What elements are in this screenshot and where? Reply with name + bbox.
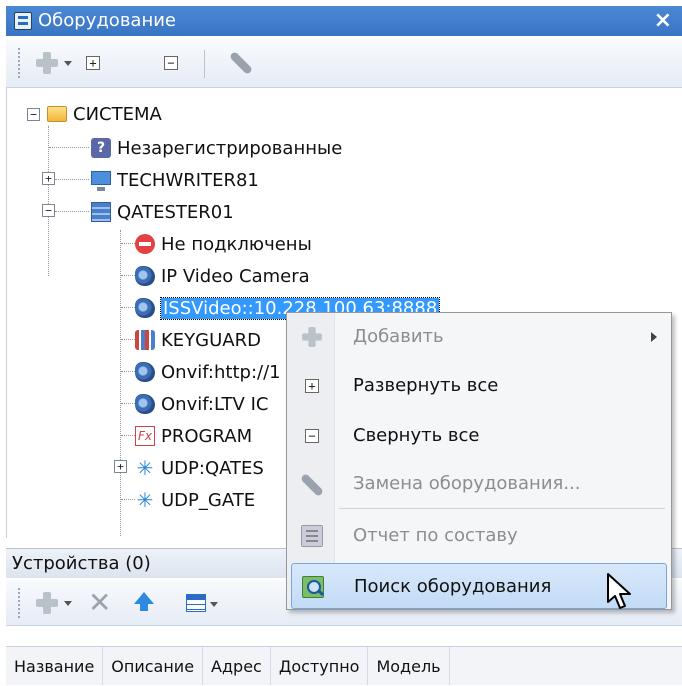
tree-node-not-connected[interactable]: Не подключены xyxy=(135,230,312,258)
column-header-model[interactable]: Модель xyxy=(368,647,450,685)
tree-node-label: СИСТЕМА xyxy=(73,103,162,125)
tree-node-label: KEYGUARD xyxy=(161,329,261,351)
tree-node-root[interactable]: СИСТЕМА xyxy=(47,100,162,128)
tree-connector xyxy=(48,126,49,276)
tree-connector xyxy=(121,371,135,372)
tree-expander-root[interactable]: − xyxy=(27,108,40,121)
menu-item-collapse-all[interactable]: − Свернуть все xyxy=(287,413,671,459)
camera-icon xyxy=(135,266,155,286)
expand-all-icon: + xyxy=(305,379,327,401)
program-icon: Fx xyxy=(135,426,155,446)
tree-node-udp-gate[interactable]: ✳ UDP_GATE xyxy=(135,486,256,514)
toolbar-grip[interactable] xyxy=(18,588,21,618)
wrench-icon xyxy=(228,50,254,76)
tree-connector xyxy=(121,307,135,308)
tree-connector xyxy=(121,403,135,404)
tree-node-udp-qates[interactable]: ✳ UDP:QATES xyxy=(135,454,264,482)
tree-node-label: Незарегистрированные xyxy=(117,137,343,159)
context-menu: Добавить + Развернуть все − Свернуть все… xyxy=(286,312,672,610)
search-hardware-icon xyxy=(302,576,324,598)
plus-icon xyxy=(36,52,58,74)
tree-node-host1[interactable]: TECHWRITER81 xyxy=(91,166,259,194)
table-view-icon[interactable] xyxy=(186,594,206,612)
chevron-down-icon[interactable] xyxy=(210,602,218,607)
camera-icon xyxy=(135,394,155,414)
close-icon[interactable]: × xyxy=(654,6,672,36)
tree-connector xyxy=(121,275,135,276)
menu-item-expand-all[interactable]: + Развернуть все xyxy=(287,363,671,409)
tree-node-label: Не подключены xyxy=(161,233,312,255)
tree-expander-host2[interactable]: − xyxy=(42,204,55,217)
tree-node-label: Onvif:http://1 xyxy=(161,361,281,383)
equipment-window-icon xyxy=(14,12,32,30)
server-icon xyxy=(91,202,111,222)
tree-node-onvif-http[interactable]: Onvif:http://1 xyxy=(135,358,281,386)
window-titlebar: Оборудование × xyxy=(6,6,682,36)
tree-connector xyxy=(55,211,89,212)
devices-column-header: Название Описание Адрес Доступно Модель xyxy=(6,646,682,685)
column-header-available[interactable]: Доступно xyxy=(271,647,369,685)
chevron-down-icon[interactable] xyxy=(64,600,72,606)
tree-connector xyxy=(121,499,135,500)
column-header-description[interactable]: Описание xyxy=(103,647,204,685)
folder-icon xyxy=(47,106,67,122)
arrow-up-icon[interactable] xyxy=(134,592,154,611)
wrench-icon xyxy=(299,472,325,498)
camera-icon xyxy=(135,298,155,318)
tree-node-program[interactable]: Fx PROGRAM xyxy=(135,422,252,450)
no-entry-icon xyxy=(135,234,155,254)
collapse-all-button[interactable]: − xyxy=(164,50,178,76)
tree-node-label: IP Video Camera xyxy=(161,265,310,287)
keyguard-icon xyxy=(135,330,155,350)
tree-node-label: TECHWRITER81 xyxy=(117,169,259,191)
add-device-button[interactable] xyxy=(36,590,72,616)
menu-separator xyxy=(339,508,665,509)
tree-expander-host1[interactable]: + xyxy=(42,172,55,185)
collapse-all-icon: − xyxy=(164,56,178,70)
devices-panel-title: Устройства (0) xyxy=(12,553,151,574)
mouse-cursor-icon xyxy=(607,573,631,609)
menu-item-add[interactable]: Добавить xyxy=(287,314,671,360)
report-icon xyxy=(301,525,323,547)
submenu-arrow-icon xyxy=(651,332,657,342)
tree-node-ip-video-camera[interactable]: IP Video Camera xyxy=(135,262,310,290)
tree-connector xyxy=(121,339,135,340)
menu-item-composition-report[interactable]: Отчет по составу xyxy=(287,513,671,559)
plus-icon xyxy=(36,592,58,614)
replace-hardware-button[interactable] xyxy=(226,50,256,76)
camera-icon xyxy=(135,362,155,382)
computer-icon xyxy=(91,171,111,191)
tree-connector xyxy=(121,243,135,244)
menu-item-replace-hardware[interactable]: Замена оборудования... xyxy=(287,461,671,507)
tree-expander-udp-qates[interactable]: + xyxy=(114,460,127,473)
network-icon: ✳ xyxy=(136,456,154,480)
equipment-toolbar: + − xyxy=(6,40,682,88)
network-icon: ✳ xyxy=(136,488,154,512)
expand-all-button[interactable]: + xyxy=(86,50,100,76)
delete-icon[interactable]: ✕ xyxy=(88,589,111,617)
window-title: Оборудование xyxy=(38,10,176,31)
tree-node-onvif-ltv[interactable]: Onvif:LTV IC xyxy=(135,390,268,418)
tree-node-host2[interactable]: QATESTER01 xyxy=(91,198,234,226)
toolbar-separator xyxy=(204,50,205,78)
tree-node-label: UDP:QATES xyxy=(161,457,264,479)
toolbar-grip[interactable] xyxy=(18,48,21,78)
expand-all-icon: + xyxy=(86,56,100,70)
tree-connector xyxy=(55,179,89,180)
tree-node-label: QATESTER01 xyxy=(117,201,234,223)
tree-connector xyxy=(49,147,89,148)
tree-node-unregistered[interactable]: ? Незарегистрированные xyxy=(91,134,342,162)
column-header-address[interactable]: Адрес xyxy=(203,647,271,685)
tree-node-label: PROGRAM xyxy=(161,425,253,447)
plus-icon xyxy=(301,326,323,348)
collapse-all-icon: − xyxy=(305,429,327,451)
tree-connector xyxy=(121,435,135,436)
tree-node-label: Onvif:LTV IC xyxy=(161,393,269,415)
add-button[interactable] xyxy=(36,50,72,76)
chevron-down-icon[interactable] xyxy=(64,60,72,66)
tree-node-label: UDP_GATE xyxy=(161,489,256,511)
column-header-name[interactable]: Название xyxy=(6,647,104,685)
question-icon: ? xyxy=(91,138,111,158)
tree-node-keyguard[interactable]: KEYGUARD xyxy=(135,326,261,354)
